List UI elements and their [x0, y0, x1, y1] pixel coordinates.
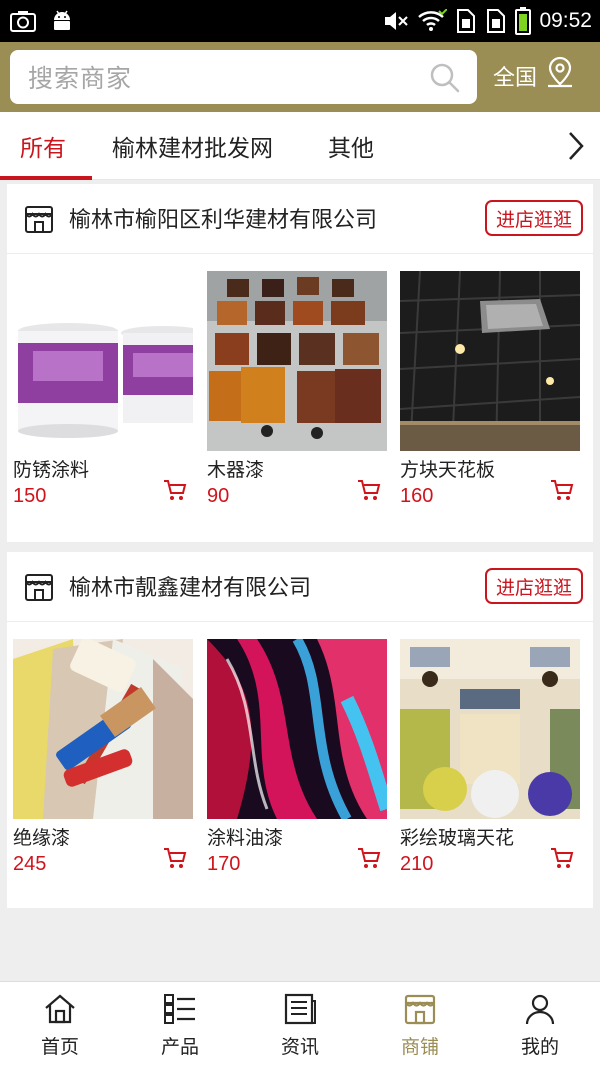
- product-image-paint-roller-swatches[interactable]: [13, 639, 193, 819]
- product-item[interactable]: 方块天花板 160: [400, 271, 580, 509]
- screenshot-icon: [10, 10, 36, 32]
- product-item[interactable]: 防锈涂料 150: [13, 271, 193, 509]
- status-bar: 09:52: [0, 0, 600, 42]
- nav-label: 首页: [40, 1036, 79, 1058]
- nav-home[interactable]: 首页: [0, 982, 120, 1067]
- user-icon: [523, 992, 557, 1026]
- nav-label: 产品: [160, 1036, 199, 1058]
- tab-label: 榆林建材批发网: [112, 136, 273, 162]
- location-pin-icon: [545, 56, 575, 96]
- shop-header[interactable]: 榆林市榆阳区利华建材有限公司 进店逛逛: [7, 184, 593, 254]
- app-header: 搜索商家 全国: [0, 42, 600, 112]
- product-image-wood-samples[interactable]: [207, 271, 387, 451]
- search-input[interactable]: 搜索商家: [28, 59, 132, 95]
- home-icon: [43, 992, 77, 1026]
- shop-name: 榆林市榆阳区利华建材有限公司: [69, 208, 378, 233]
- category-tabs: 所有 榆林建材批发网 其他: [0, 112, 600, 180]
- bottom-nav: 首页 产品 资讯 商铺 我的: [0, 981, 600, 1067]
- product-row: 防锈涂料 150 木器漆 90 方块天花板 160: [7, 254, 593, 542]
- visit-shop-button[interactable]: 进店逛逛: [485, 568, 583, 604]
- product-item[interactable]: 彩绘玻璃天花 210: [400, 639, 580, 877]
- product-image-decorated-room[interactable]: [400, 639, 580, 819]
- region-label: 全国: [493, 66, 538, 91]
- chevron-right-icon[interactable]: [566, 130, 586, 166]
- nav-news[interactable]: 资讯: [240, 982, 360, 1067]
- region-selector[interactable]: 全国: [493, 56, 575, 96]
- tab-other[interactable]: 其他: [328, 112, 374, 180]
- nav-label: 商铺: [400, 1036, 439, 1058]
- android-icon: [50, 9, 74, 33]
- product-item[interactable]: 涂料油漆 170: [207, 639, 387, 877]
- battery-icon: [515, 7, 532, 35]
- list-icon: [163, 992, 197, 1026]
- cart-icon[interactable]: [550, 847, 574, 873]
- product-image-liquid-paint-swirl[interactable]: [207, 639, 387, 819]
- shop-icon: [403, 992, 437, 1026]
- nav-label: 资讯: [280, 1036, 319, 1058]
- search-box[interactable]: 搜索商家: [10, 50, 477, 104]
- sim1-icon: [455, 8, 477, 34]
- cart-icon[interactable]: [357, 847, 381, 873]
- mute-icon: [383, 9, 409, 33]
- cart-icon[interactable]: [357, 479, 381, 505]
- tab-label: 所有: [20, 136, 66, 162]
- product-image-paint-buckets[interactable]: [13, 271, 193, 451]
- product-item[interactable]: 绝缘漆 245: [13, 639, 193, 877]
- cart-icon[interactable]: [550, 479, 574, 505]
- wifi-icon: [417, 9, 448, 33]
- nav-products[interactable]: 产品: [120, 982, 240, 1067]
- news-icon: [283, 992, 317, 1026]
- nav-label: 我的: [520, 1036, 559, 1058]
- tab-yulin-building-materials[interactable]: 榆林建材批发网: [112, 112, 273, 180]
- shop-card: 榆林市靓鑫建材有限公司 进店逛逛 绝缘漆 245 涂料油漆 170 彩绘玻璃天花…: [7, 552, 593, 908]
- tab-label: 其他: [328, 136, 374, 162]
- shop-header[interactable]: 榆林市靓鑫建材有限公司 进店逛逛: [7, 552, 593, 622]
- product-row: 绝缘漆 245 涂料油漆 170 彩绘玻璃天花 210: [7, 622, 593, 910]
- sim2-icon: [485, 8, 507, 34]
- cart-icon[interactable]: [163, 479, 187, 505]
- shop-card: 榆林市榆阳区利华建材有限公司 进店逛逛 防锈涂料 150 木器漆 90 方块天花…: [7, 184, 593, 542]
- nav-profile[interactable]: 我的: [480, 982, 600, 1067]
- status-time: 09:52: [539, 9, 592, 32]
- shop-name: 榆林市靓鑫建材有限公司: [69, 576, 312, 601]
- cart-icon[interactable]: [163, 847, 187, 873]
- search-icon[interactable]: [429, 62, 461, 98]
- product-item[interactable]: 木器漆 90: [207, 271, 387, 509]
- visit-shop-button[interactable]: 进店逛逛: [485, 200, 583, 236]
- tab-active-indicator: [0, 176, 92, 180]
- nav-shops[interactable]: 商铺: [360, 982, 480, 1067]
- store-icon: [23, 203, 55, 239]
- product-image-ceiling-grid[interactable]: [400, 271, 580, 451]
- store-icon: [23, 571, 55, 607]
- tab-all[interactable]: 所有: [20, 112, 66, 180]
